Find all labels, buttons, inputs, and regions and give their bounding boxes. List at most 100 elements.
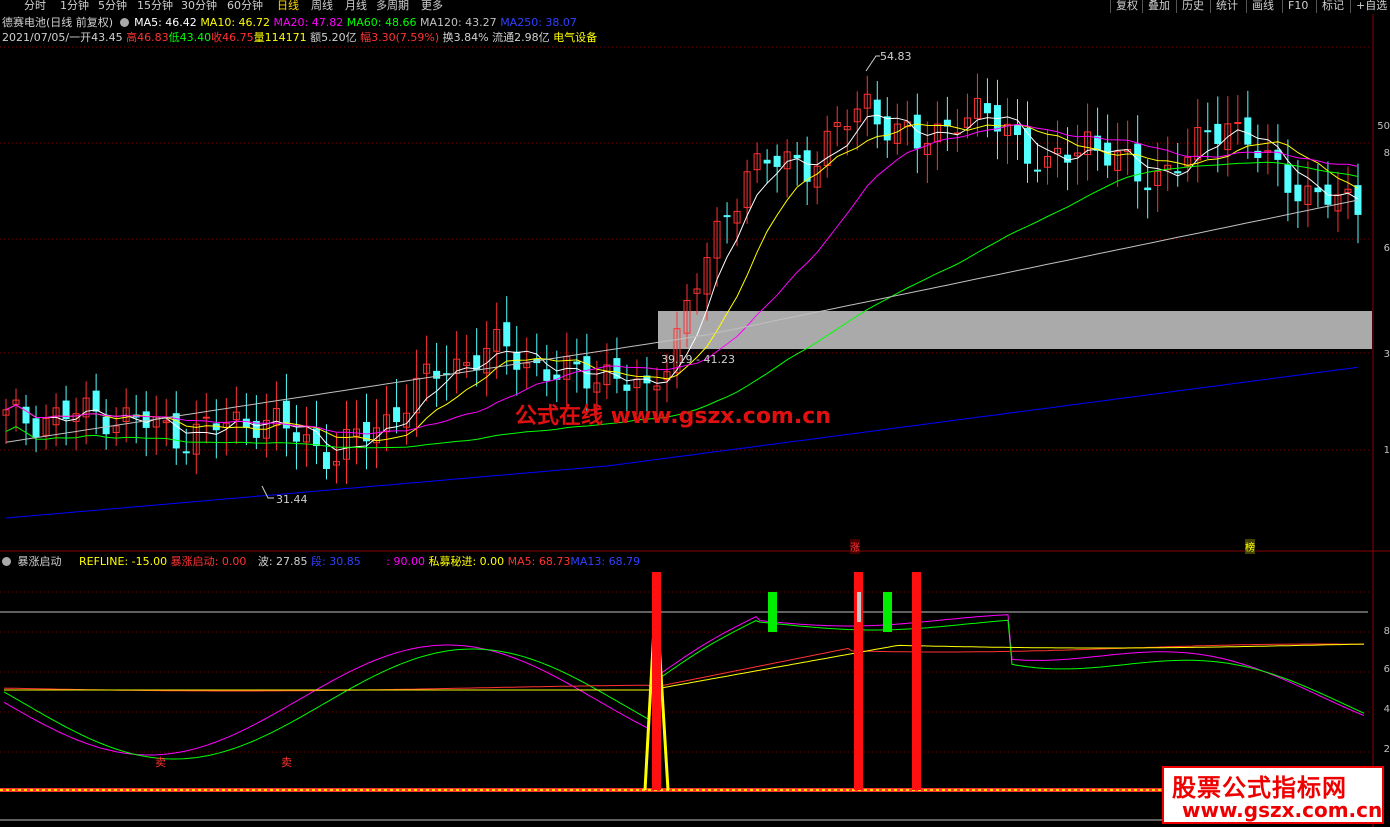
indicator-purple-line <box>3 614 1365 756</box>
toolbar-button-1[interactable]: 叠加 <box>1142 0 1175 13</box>
ind-axis-label-4: 4 <box>1383 704 1390 715</box>
candle-body <box>983 103 991 114</box>
sell-label-2: 卖 <box>281 756 292 769</box>
indicator-info-line: 暴涨启动 REFLINE: -15.00 暴涨启动: 0.00 波: 27.85… <box>2 556 640 568</box>
ind-ma13-value: MA13: 68.79 <box>570 555 641 568</box>
main-info-line: 德赛电池(日线 前复权) MA5: 46.42 MA10: 46.72 MA20… <box>2 17 577 29</box>
zone-label: 39.19 - 41.23 <box>661 353 735 366</box>
candle-body <box>92 390 100 412</box>
quote-float: 流通2.98亿 <box>492 31 550 44</box>
candle-body <box>1013 125 1021 135</box>
quote-volume: 量114171 <box>253 31 307 44</box>
candle-body <box>102 416 110 435</box>
candle-body <box>1204 130 1212 133</box>
axis-label-8: 8 <box>1383 148 1390 159</box>
candle-body <box>1144 187 1152 191</box>
period-tab-1[interactable]: 1分钟 <box>60 0 89 12</box>
axis-label-6: 6 <box>1383 243 1390 254</box>
candle-body <box>543 369 551 381</box>
candle-body <box>763 159 771 164</box>
green-signal-bar <box>883 592 892 632</box>
candle-body <box>32 418 40 438</box>
indicator-yellow-line <box>4 643 1364 691</box>
period-tab-7[interactable]: 周线 <box>311 0 333 12</box>
toolbar-button-4[interactable]: 画线 <box>1246 0 1279 13</box>
corner-watermark-url: www.gszx.com.cn <box>1182 798 1383 822</box>
refline-value: REFLINE: -15.00 <box>79 555 168 568</box>
ind-axis-label-6: 6 <box>1383 664 1390 675</box>
quote-sector: 电气设备 <box>553 31 598 44</box>
toolbar-button-6[interactable]: 标记 <box>1316 0 1349 13</box>
candle-body <box>1284 164 1292 193</box>
center-watermark: 公式在线 www.gszx.com.cn <box>515 404 831 429</box>
candle-body <box>773 155 781 167</box>
settings-icon[interactable] <box>119 18 129 27</box>
candle-body <box>322 452 330 469</box>
bo-value: 波: 27.85 <box>257 555 308 568</box>
quote-turnover: 换3.84% <box>442 31 489 44</box>
candle-body <box>182 451 190 454</box>
ind-ma5-value: MA5: 68.73 <box>507 555 571 568</box>
toolbar-button-5[interactable]: F10 <box>1282 0 1313 13</box>
quote-info-line: 2021/07/05/一开43.45 高46.83低43.40收46.75量11… <box>2 32 597 44</box>
red-signal-bar <box>912 572 921 790</box>
candle-body <box>503 322 511 347</box>
period-tab-10[interactable]: 更多 <box>421 0 443 12</box>
candle-body <box>1274 149 1282 160</box>
period-tab-4[interactable]: 30分钟 <box>181 0 217 12</box>
candle-body <box>1294 184 1302 202</box>
period-tab-6[interactable]: 日线 <box>277 0 299 12</box>
candle-body <box>433 370 441 379</box>
axis-label-3: 3 <box>1383 349 1390 360</box>
duan-value: 段: 30.85 <box>311 555 361 568</box>
gray-signal-bar <box>857 592 861 622</box>
quote-close: 收46.75 <box>211 31 254 44</box>
axis-label-50: 50 <box>1377 121 1390 132</box>
toolbar-button-7[interactable]: +自选 <box>1350 0 1390 13</box>
candle-body <box>142 411 150 428</box>
candle-body <box>202 416 210 419</box>
ma20-value: MA20: 47.82 <box>273 16 344 29</box>
ma60-value: MA60: 48.66 <box>346 16 417 29</box>
price-zone-band <box>658 311 1372 349</box>
period-tab-9[interactable]: 多周期 <box>376 0 409 12</box>
candle-body <box>873 99 881 125</box>
candle-body <box>1214 123 1222 145</box>
candle-body <box>623 384 631 391</box>
candle-body <box>803 150 811 182</box>
low-price-label: 31.44 <box>276 493 308 506</box>
quote-amount: 额5.20亿 <box>310 31 357 44</box>
candle-body <box>1034 169 1042 172</box>
toolbar-button-3[interactable]: 统计 <box>1210 0 1243 13</box>
stock-title: 德赛电池(日线 前复权) <box>2 16 114 29</box>
candle-body <box>1244 117 1252 145</box>
toolbar-button-0[interactable]: 复权 <box>1110 0 1143 13</box>
v90-value: : 90.00 <box>386 555 425 568</box>
indicator-collapse-icon[interactable] <box>2 557 11 566</box>
red-signal-bar <box>652 572 661 790</box>
indicator-name: 暴涨启动 <box>17 555 62 568</box>
quote-date: 2021/07/05/一 <box>2 31 81 44</box>
zhang-marker: 涨 <box>850 539 860 554</box>
candle-body <box>883 116 891 141</box>
period-tab-0[interactable]: 分时 <box>24 0 46 12</box>
quote-open: 开43.45 <box>80 31 123 44</box>
period-tab-3[interactable]: 15分钟 <box>137 0 173 12</box>
candle-body <box>292 432 300 442</box>
axis-label-1: 1 <box>1383 445 1390 456</box>
toolbar-button-2[interactable]: 历史 <box>1176 0 1209 13</box>
candle-body <box>793 154 801 159</box>
period-tab-2[interactable]: 5分钟 <box>98 0 127 12</box>
quote-high: 高46.83 <box>126 31 169 44</box>
ma120-value: MA120: 43.27 <box>419 16 497 29</box>
period-tab-8[interactable]: 月线 <box>345 0 367 12</box>
ma5-value: MA5: 46.42 <box>134 16 197 29</box>
candle-body <box>1314 187 1322 193</box>
period-tab-5[interactable]: 60分钟 <box>227 0 263 12</box>
simu-value: 私募秘进: 0.00 <box>428 555 505 568</box>
ind-axis-label-8: 8 <box>1383 626 1390 637</box>
quote-low: 低43.40 <box>168 31 212 44</box>
high-price-label: 54.83 <box>880 50 912 63</box>
candle-body <box>723 215 731 218</box>
corner-watermark: 股票公式指标网 www.gszx.com.cn <box>1162 766 1384 824</box>
